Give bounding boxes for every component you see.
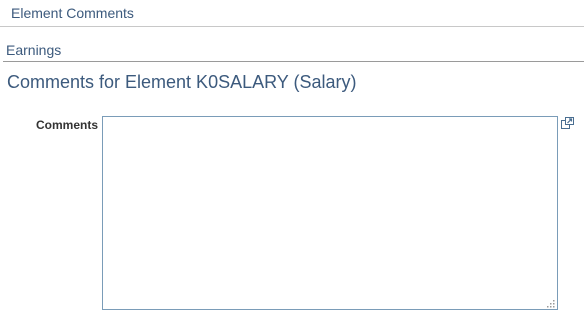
page-heading: Comments for Element K0SALARY (Salary)	[7, 72, 357, 92]
comments-textarea[interactable]	[102, 116, 558, 310]
section-label: Earnings	[6, 42, 62, 58]
element-comments-page: Element Comments Earnings Comments for E…	[0, 0, 584, 321]
section-divider	[3, 61, 584, 62]
window-title: Element Comments	[11, 5, 134, 21]
expand-popup-icon[interactable]	[561, 117, 574, 129]
resize-grip-icon[interactable]	[545, 298, 556, 309]
comments-label: Comments	[36, 118, 99, 132]
title-divider	[0, 26, 584, 27]
